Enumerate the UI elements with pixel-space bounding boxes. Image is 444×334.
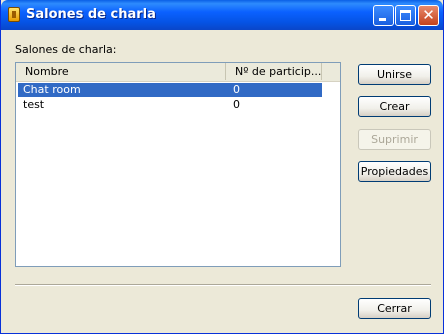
divider: [15, 284, 431, 286]
list-row-chat-room[interactable]: Chat room 0: [18, 83, 322, 97]
row-count: 0: [233, 98, 240, 111]
create-button[interactable]: Crear: [358, 96, 431, 117]
maximize-button[interactable]: [395, 5, 416, 26]
dialog-window: Salones de charla ✕ Salones de charla: N…: [0, 0, 444, 334]
window-title: Salones de charla: [26, 7, 156, 22]
rooms-list[interactable]: Nombre Nº de particip... Chat room 0 tes…: [15, 62, 341, 267]
join-button[interactable]: Unirse: [358, 64, 431, 85]
close-icon: ✕: [422, 6, 435, 24]
delete-button: Suprimir: [358, 129, 431, 150]
close-button[interactable]: Cerrar: [358, 298, 431, 319]
close-window-button[interactable]: ✕: [418, 5, 439, 26]
minimize-icon: [379, 18, 386, 21]
row-name: test: [23, 98, 45, 111]
row-count: 0: [233, 83, 240, 96]
title-bar[interactable]: Salones de charla ✕: [1, 0, 443, 30]
app-icon: [8, 7, 20, 22]
properties-button[interactable]: Propiedades: [358, 161, 431, 182]
list-row-test[interactable]: test 0: [18, 98, 322, 112]
minimize-button[interactable]: [373, 5, 394, 26]
column-header-participants[interactable]: Nº de particip...: [226, 63, 322, 80]
list-header: Nombre Nº de particip...: [16, 63, 340, 82]
row-name: Chat room: [23, 83, 81, 96]
maximize-icon: [400, 10, 411, 21]
column-header-name[interactable]: Nombre: [16, 63, 226, 80]
rooms-label: Salones de charla:: [15, 43, 117, 56]
